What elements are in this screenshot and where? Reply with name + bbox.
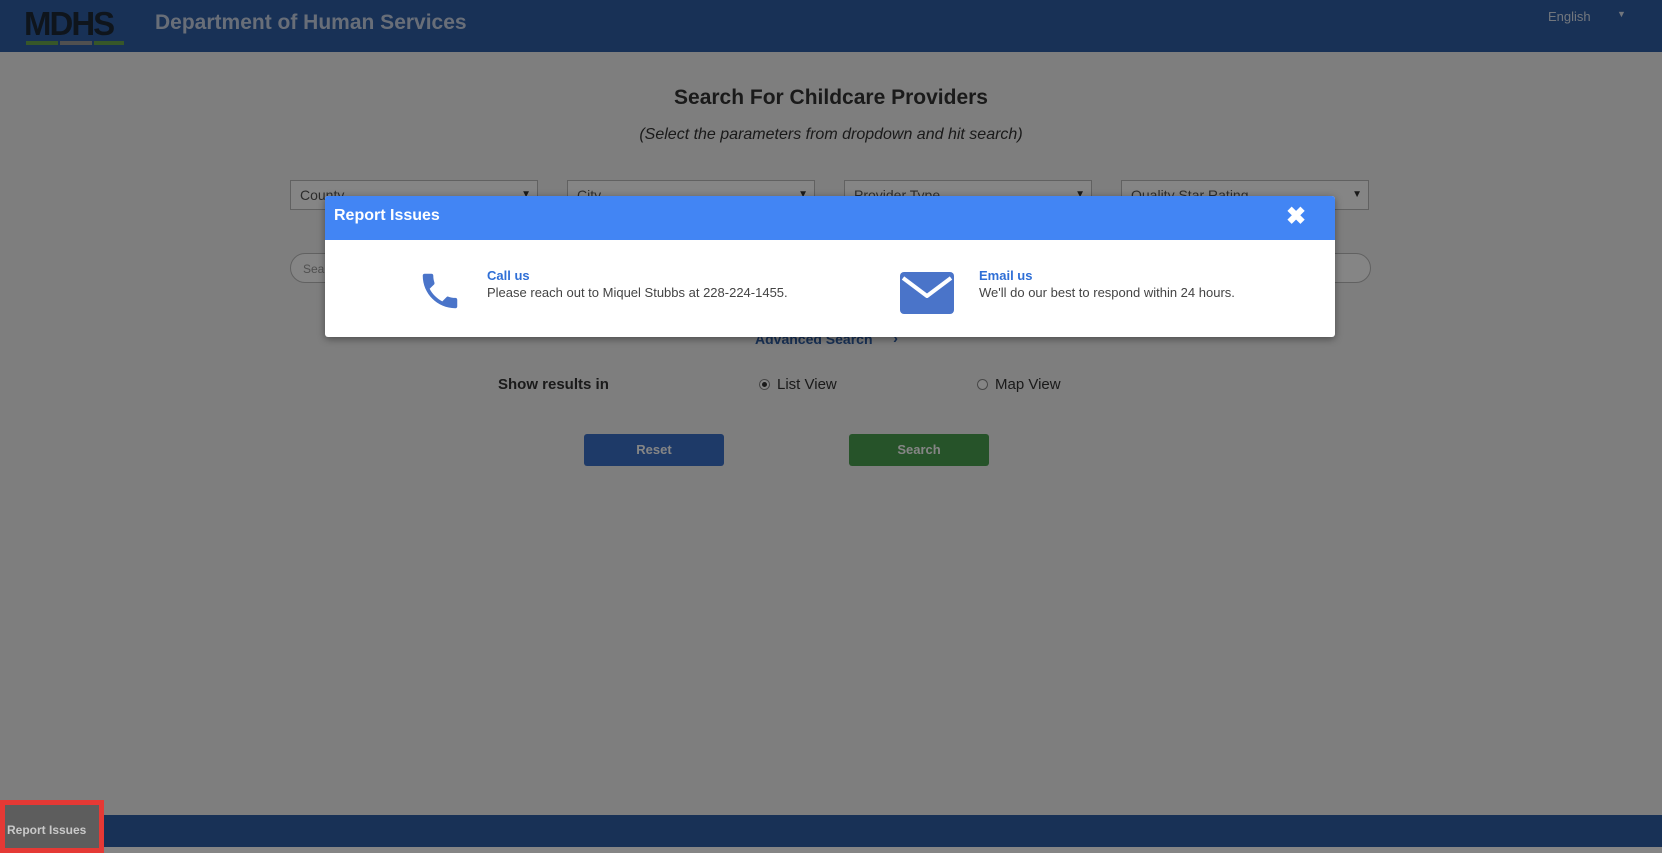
phone-icon: [422, 273, 458, 309]
call-us-text: Please reach out to Miquel Stubbs at 228…: [487, 285, 788, 300]
report-issues-tab-label: Report Issues: [7, 823, 87, 837]
report-issues-modal: Report Issues ✖ Call us Please reach out…: [325, 196, 1335, 337]
envelope-icon: [900, 272, 954, 314]
modal-backdrop[interactable]: [0, 0, 1662, 853]
report-issues-tab[interactable]: Report Issues: [0, 800, 104, 853]
email-us-text: We'll do our best to respond within 24 h…: [979, 285, 1235, 300]
call-us-title: Call us: [487, 268, 530, 283]
close-icon[interactable]: ✖: [1282, 203, 1310, 231]
modal-header: Report Issues ✖: [325, 196, 1335, 240]
email-us-title: Email us: [979, 268, 1033, 283]
modal-title: Report Issues: [334, 207, 440, 224]
